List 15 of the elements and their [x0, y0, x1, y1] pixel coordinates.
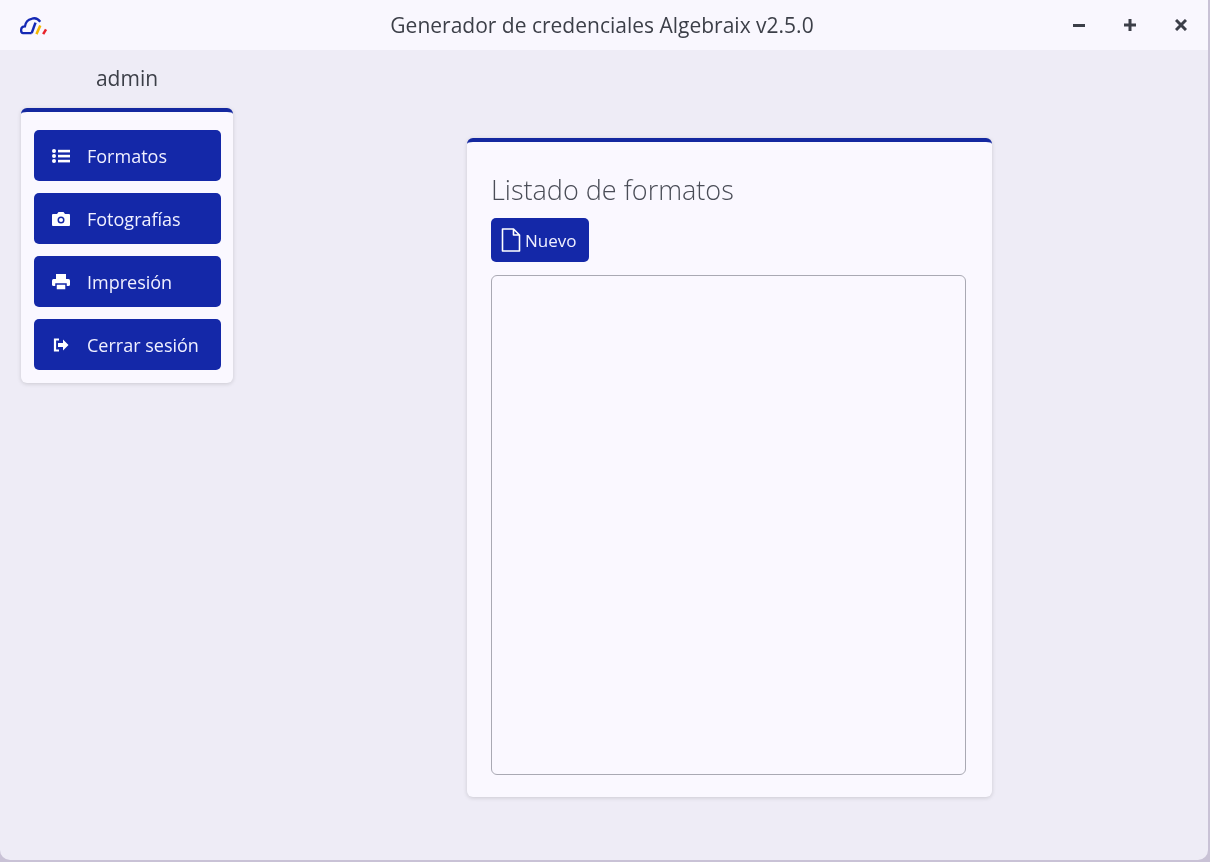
panel-title: Listado de formatos	[491, 172, 735, 208]
close-icon[interactable]	[1175, 19, 1187, 31]
window-title: Generador de credenciales Algebraix v2.5.0	[389, 11, 815, 39]
menu-button[interactable]: Fotografías	[34, 193, 221, 244]
printer-icon	[52, 273, 70, 290]
list-icon	[52, 148, 70, 163]
new-button[interactable]: Nuevo	[491, 218, 589, 262]
user-name: admin	[95, 64, 159, 94]
maximize-icon[interactable]	[1124, 19, 1136, 31]
menu-button[interactable]: Formatos	[34, 130, 221, 181]
sign-out-icon	[53, 337, 69, 352]
document-icon	[501, 228, 521, 252]
menu-button[interactable]: Cerrar sesión	[34, 319, 221, 370]
menu-button[interactable]: Impresión	[34, 256, 221, 307]
camera-icon	[51, 210, 71, 227]
